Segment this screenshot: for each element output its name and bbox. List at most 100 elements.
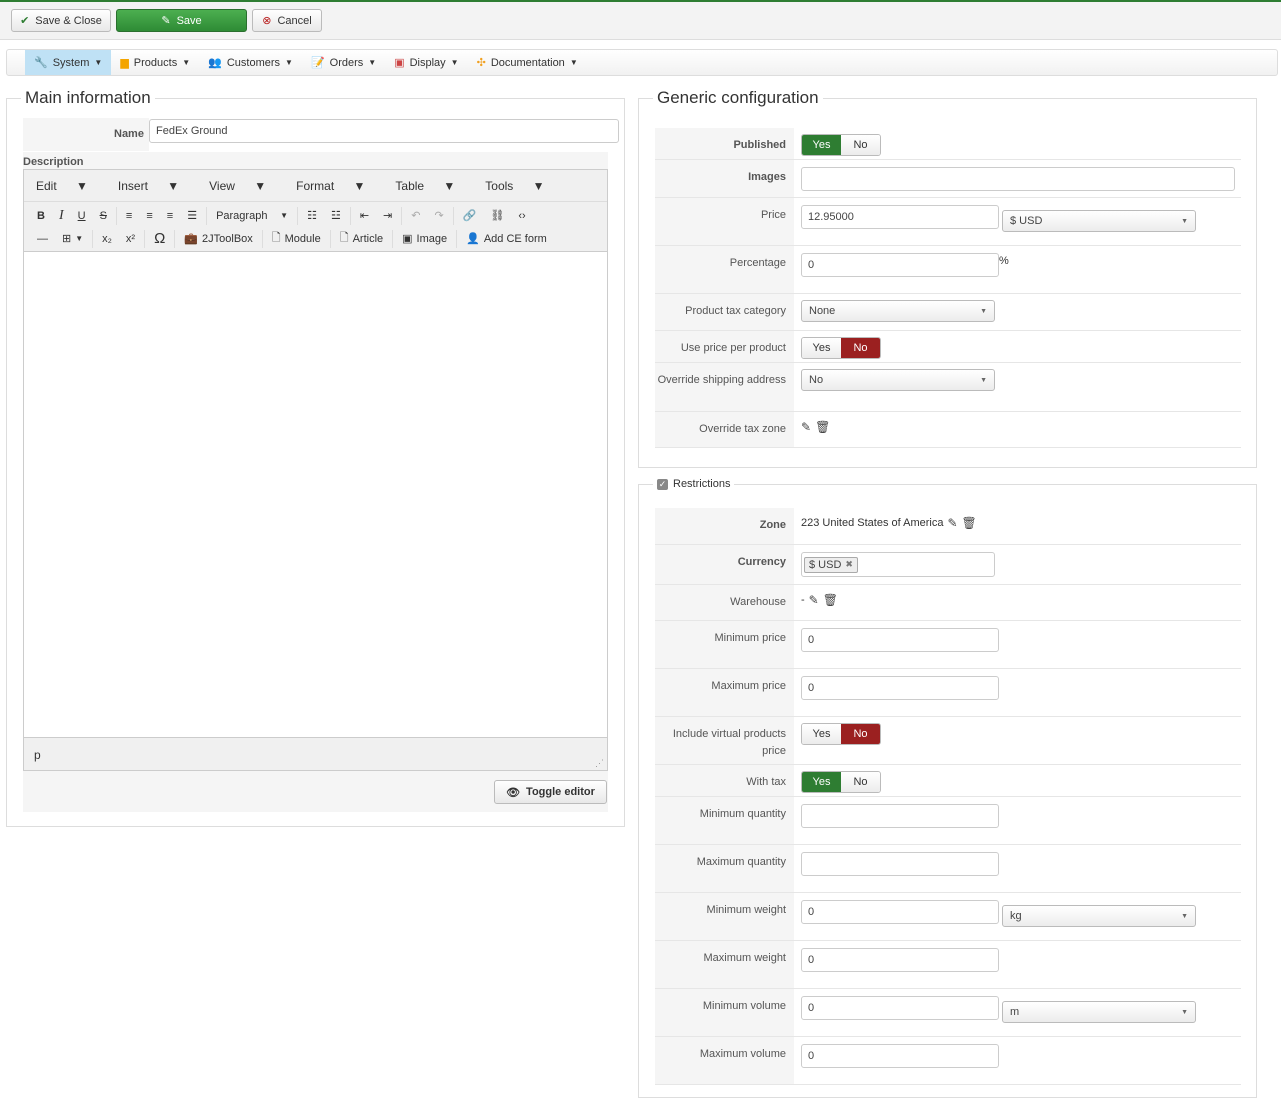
minimum-weight-unit-select[interactable]: kg ▼ [1002, 905, 1196, 927]
editor-menu-item[interactable]: Insert ▼ [110, 179, 187, 193]
table-icon[interactable]: ⊞ ▼ [55, 232, 90, 245]
yes-option[interactable]: Yes [802, 135, 841, 155]
selected-value: $ USD [1010, 215, 1043, 227]
editor-menu-item[interactable]: Format ▼ [288, 179, 373, 193]
link-icon[interactable]: 🔗 [456, 209, 484, 222]
toggle-editor-button[interactable]: 👁 Toggle editor [494, 780, 607, 804]
unlink-icon[interactable]: ⛓ [483, 209, 511, 222]
resize-handle-icon[interactable]: ⋰ [595, 758, 604, 769]
yes-option[interactable]: Yes [802, 772, 841, 792]
italic-icon[interactable]: I [52, 208, 71, 224]
editor-menu-edit[interactable]: Edit [28, 179, 65, 193]
yes-option[interactable]: Yes [802, 724, 841, 744]
menu-system[interactable]: 🔧 System ▼ [25, 50, 112, 75]
bullet-list-icon[interactable]: ☷ [300, 209, 324, 222]
field-label: Published [655, 128, 794, 159]
remove-tag-icon[interactable]: ✖ [845, 559, 853, 570]
form-row: With tax Yes No [655, 765, 1241, 797]
horizontal-rule-icon[interactable]: — [30, 233, 55, 245]
menu-products[interactable]: ▆ Products ▼ [111, 50, 199, 75]
editor-menu-format[interactable]: Format [288, 179, 342, 193]
editor-menu-insert[interactable]: Insert [110, 179, 156, 193]
minimum-price-input[interactable]: 0 [801, 628, 999, 652]
percentage-input[interactable]: 0 [801, 253, 999, 277]
menu-customers[interactable]: 👥 Customers ▼ [199, 50, 302, 75]
trash-icon[interactable]: 🗑 [815, 420, 830, 434]
editor-menu-item[interactable]: Edit ▼ [28, 179, 96, 193]
menu-documentation[interactable]: ✣ Documentation ▼ [468, 50, 587, 75]
outdent-icon[interactable]: ⇤ [353, 209, 376, 222]
underline-icon[interactable]: U [71, 210, 93, 222]
edit-pencil-icon[interactable]: ✎ [801, 420, 811, 434]
field-label: With tax [655, 765, 794, 796]
published-toggle[interactable]: Yes No [801, 134, 881, 156]
no-option[interactable]: No [841, 724, 880, 744]
indent-icon[interactable]: ⇥ [376, 209, 399, 222]
edit-pencil-icon[interactable]: ✎ [947, 516, 957, 530]
bold-icon[interactable]: B [30, 210, 52, 222]
editor-menu-table[interactable]: Table [387, 179, 432, 193]
field-label: Maximum volume [655, 1037, 794, 1084]
product-tax-category-select[interactable]: None ▼ [801, 300, 995, 322]
2jtoolbox-button[interactable]: 💼 2JToolBox [177, 232, 259, 246]
editor-menu-item[interactable]: Table ▼ [387, 179, 463, 193]
trash-icon[interactable]: 🗑 [962, 516, 977, 530]
maximum-weight-input[interactable]: 0 [801, 948, 999, 972]
minimum-volume-unit-select[interactable]: m ▼ [1002, 1001, 1196, 1023]
align-center-icon[interactable]: ≡ [139, 210, 159, 222]
menu-display[interactable]: ▣ Display ▼ [385, 50, 467, 75]
superscript-icon[interactable]: x² [119, 233, 142, 245]
include-virtual-products-price-toggle[interactable]: Yes No [801, 723, 881, 745]
restrictions-checkbox[interactable]: ✓ [657, 478, 668, 490]
justify-icon[interactable]: ☰ [180, 209, 204, 222]
field-label: Zone [655, 508, 794, 544]
caret-down-icon: ▼ [529, 178, 545, 193]
editor-menu-item[interactable]: Tools ▼ [477, 179, 552, 193]
images-input[interactable] [801, 167, 1235, 191]
block-format-select[interactable]: Paragraph ▼ [209, 210, 295, 222]
editor-menu-tools[interactable]: Tools [477, 179, 521, 193]
minimum-weight-input[interactable]: 0 [801, 900, 999, 924]
with-tax-toggle[interactable]: Yes No [801, 771, 881, 793]
save-button[interactable]: ✎ Save [116, 9, 247, 32]
menu-orders[interactable]: 📝 Orders ▼ [302, 50, 385, 75]
save-close-button[interactable]: ✔ Save & Close [11, 9, 111, 32]
no-option[interactable]: No [841, 772, 880, 792]
trash-icon[interactable]: 🗑 [823, 593, 838, 607]
override-shipping-address-select[interactable]: No ▼ [801, 369, 995, 391]
name-input[interactable]: FedEx Ground [149, 119, 619, 143]
special-character-icon[interactable]: Ω [147, 230, 172, 247]
price-input[interactable]: 12.95000 [801, 205, 999, 229]
redo-icon[interactable]: ↷ [427, 209, 450, 222]
currency-tag-input[interactable]: $ USD ✖ [801, 552, 995, 577]
maximum-price-input[interactable]: 0 [801, 676, 999, 700]
undo-icon[interactable]: ↶ [404, 209, 427, 222]
editor-menu-view[interactable]: View [201, 179, 243, 193]
editor-menu-item[interactable]: View ▼ [201, 179, 274, 193]
field-value: 0 kg ▼ [801, 893, 1241, 940]
align-right-icon[interactable]: ≡ [160, 210, 180, 222]
source-code-icon[interactable]: ‹› [511, 210, 532, 222]
edit-pencil-icon[interactable]: ✎ [809, 593, 819, 607]
maximum-volume-input[interactable]: 0 [801, 1044, 999, 1068]
module-button[interactable]: 🗋 Module [265, 229, 328, 248]
minimum-quantity-input[interactable] [801, 804, 999, 828]
use-price-per-product-toggle[interactable]: Yes No [801, 337, 881, 359]
article-button[interactable]: 🗋 Article [333, 229, 390, 248]
align-left-icon[interactable]: ≡ [119, 210, 139, 222]
price-unit-select[interactable]: $ USD ▼ [1002, 210, 1196, 232]
subscript-icon[interactable]: x₂ [95, 233, 119, 245]
no-option[interactable]: No [841, 338, 880, 358]
field-label: Images [655, 160, 794, 197]
yes-option[interactable]: Yes [802, 338, 841, 358]
editor-content[interactable] [24, 253, 607, 737]
minimum-volume-input[interactable]: 0 [801, 996, 999, 1020]
maximum-quantity-input[interactable] [801, 852, 999, 876]
add-ce-form-button[interactable]: 👤 Add CE form [459, 232, 554, 246]
element-path[interactable]: p [34, 748, 41, 762]
strikethrough-icon[interactable]: S [93, 210, 114, 222]
cancel-button[interactable]: ⊗ Cancel [252, 9, 322, 32]
image-button[interactable]: ▣ Image [395, 232, 454, 246]
no-option[interactable]: No [841, 135, 880, 155]
numbered-list-icon[interactable]: ☳ [324, 209, 348, 222]
